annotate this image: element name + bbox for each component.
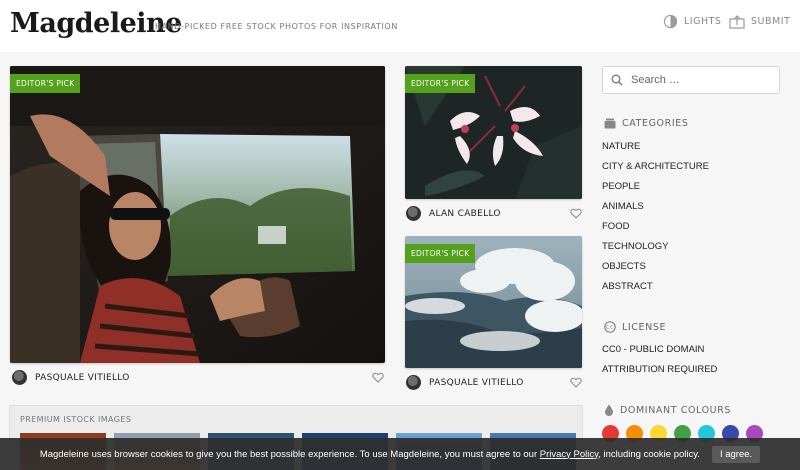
category-item[interactable]: ABSTRACT — [602, 280, 709, 300]
categories-title: CATEGORIES — [622, 118, 689, 129]
avatar — [12, 370, 27, 385]
submit-link[interactable]: SUBMIT — [729, 14, 790, 29]
cookie-text-after: , including cookie policy. — [598, 448, 700, 460]
category-item[interactable]: TECHNOLOGY — [602, 240, 709, 260]
category-list: NATURE CITY & ARCHITECTURE PEOPLE ANIMAL… — [602, 140, 709, 300]
photo-author[interactable]: ALAN CABELLO — [406, 206, 501, 221]
license-title: LICENSE — [622, 321, 667, 333]
editors-pick-badge: EDITOR'S PICK — [405, 244, 476, 263]
photo-card-flowers[interactable]: EDITOR'S PICK — [405, 66, 582, 199]
heart-icon[interactable] — [570, 208, 582, 219]
categories-heading: CATEGORIES — [604, 118, 688, 129]
heart-icon[interactable] — [372, 372, 384, 383]
photo-image — [10, 66, 385, 363]
author-name: ALAN CABELLO — [429, 208, 501, 219]
category-item[interactable]: FOOD — [602, 220, 709, 240]
site-header: Magdeleine HAND-PICKED FREE STOCK PHOTOS… — [0, 0, 800, 52]
site-tagline: HAND-PICKED FREE STOCK PHOTOS FOR INSPIR… — [155, 22, 398, 31]
cookie-banner: Magdeleine uses browser cookies to give … — [0, 438, 800, 470]
lights-label: LIGHTS — [684, 16, 722, 27]
privacy-policy-link[interactable]: Privacy Policy — [540, 449, 598, 460]
license-item[interactable]: ATTRIBUTION REQUIRED — [602, 363, 717, 383]
lights-toggle[interactable]: LIGHTS — [663, 14, 721, 29]
category-item[interactable]: NATURE — [602, 140, 709, 160]
photo-author[interactable]: PASQUALE VITIELLO — [406, 375, 524, 390]
license-item[interactable]: CC0 - PUBLIC DOMAIN — [602, 343, 717, 363]
avatar — [406, 375, 421, 390]
photo-card-woman-car[interactable]: EDITOR'S PICK — [10, 66, 385, 363]
cc-license-icon: cc — [604, 321, 616, 333]
cookie-text-before: Magdeleine uses browser cookies to give … — [39, 448, 540, 460]
drop-icon — [605, 404, 613, 416]
category-item[interactable]: OBJECTS — [602, 260, 709, 280]
categories-icon — [604, 118, 616, 129]
editors-pick-badge: EDITOR'S PICK — [10, 74, 81, 93]
dominant-colours-title: DOMINANT COLOURS — [620, 404, 732, 416]
category-item[interactable]: PEOPLE — [602, 180, 709, 200]
svg-text:cc: cc — [606, 325, 614, 331]
author-name: PASQUALE VITIELLO — [35, 372, 130, 383]
license-heading: cc LICENSE — [604, 321, 666, 333]
license-list: CC0 - PUBLIC DOMAIN ATTRIBUTION REQUIRED — [602, 343, 717, 383]
submit-label: SUBMIT — [751, 16, 791, 27]
category-item[interactable]: CITY & ARCHITECTURE — [602, 160, 709, 180]
premium-title: PREMIUM ISTOCK IMAGES — [20, 415, 132, 424]
photo-author[interactable]: PASQUALE VITIELLO — [12, 370, 130, 385]
heart-icon[interactable] — [570, 377, 582, 388]
search-icon — [611, 74, 623, 86]
dominant-colours-heading: DOMINANT COLOURS — [604, 404, 731, 416]
search-box — [602, 66, 780, 94]
editors-pick-badge: EDITOR'S PICK — [405, 74, 476, 93]
photo-card-clouds[interactable]: EDITOR'S PICK — [405, 236, 582, 368]
lights-icon — [663, 14, 678, 29]
author-name: PASQUALE VITIELLO — [429, 377, 524, 388]
search-input[interactable] — [631, 74, 771, 86]
cookie-message: Magdeleine uses browser cookies to give … — [40, 449, 700, 460]
upload-icon — [729, 15, 745, 29]
avatar — [406, 206, 421, 221]
category-item[interactable]: ANIMALS — [602, 200, 709, 220]
agree-button[interactable]: I agree. — [711, 445, 761, 463]
